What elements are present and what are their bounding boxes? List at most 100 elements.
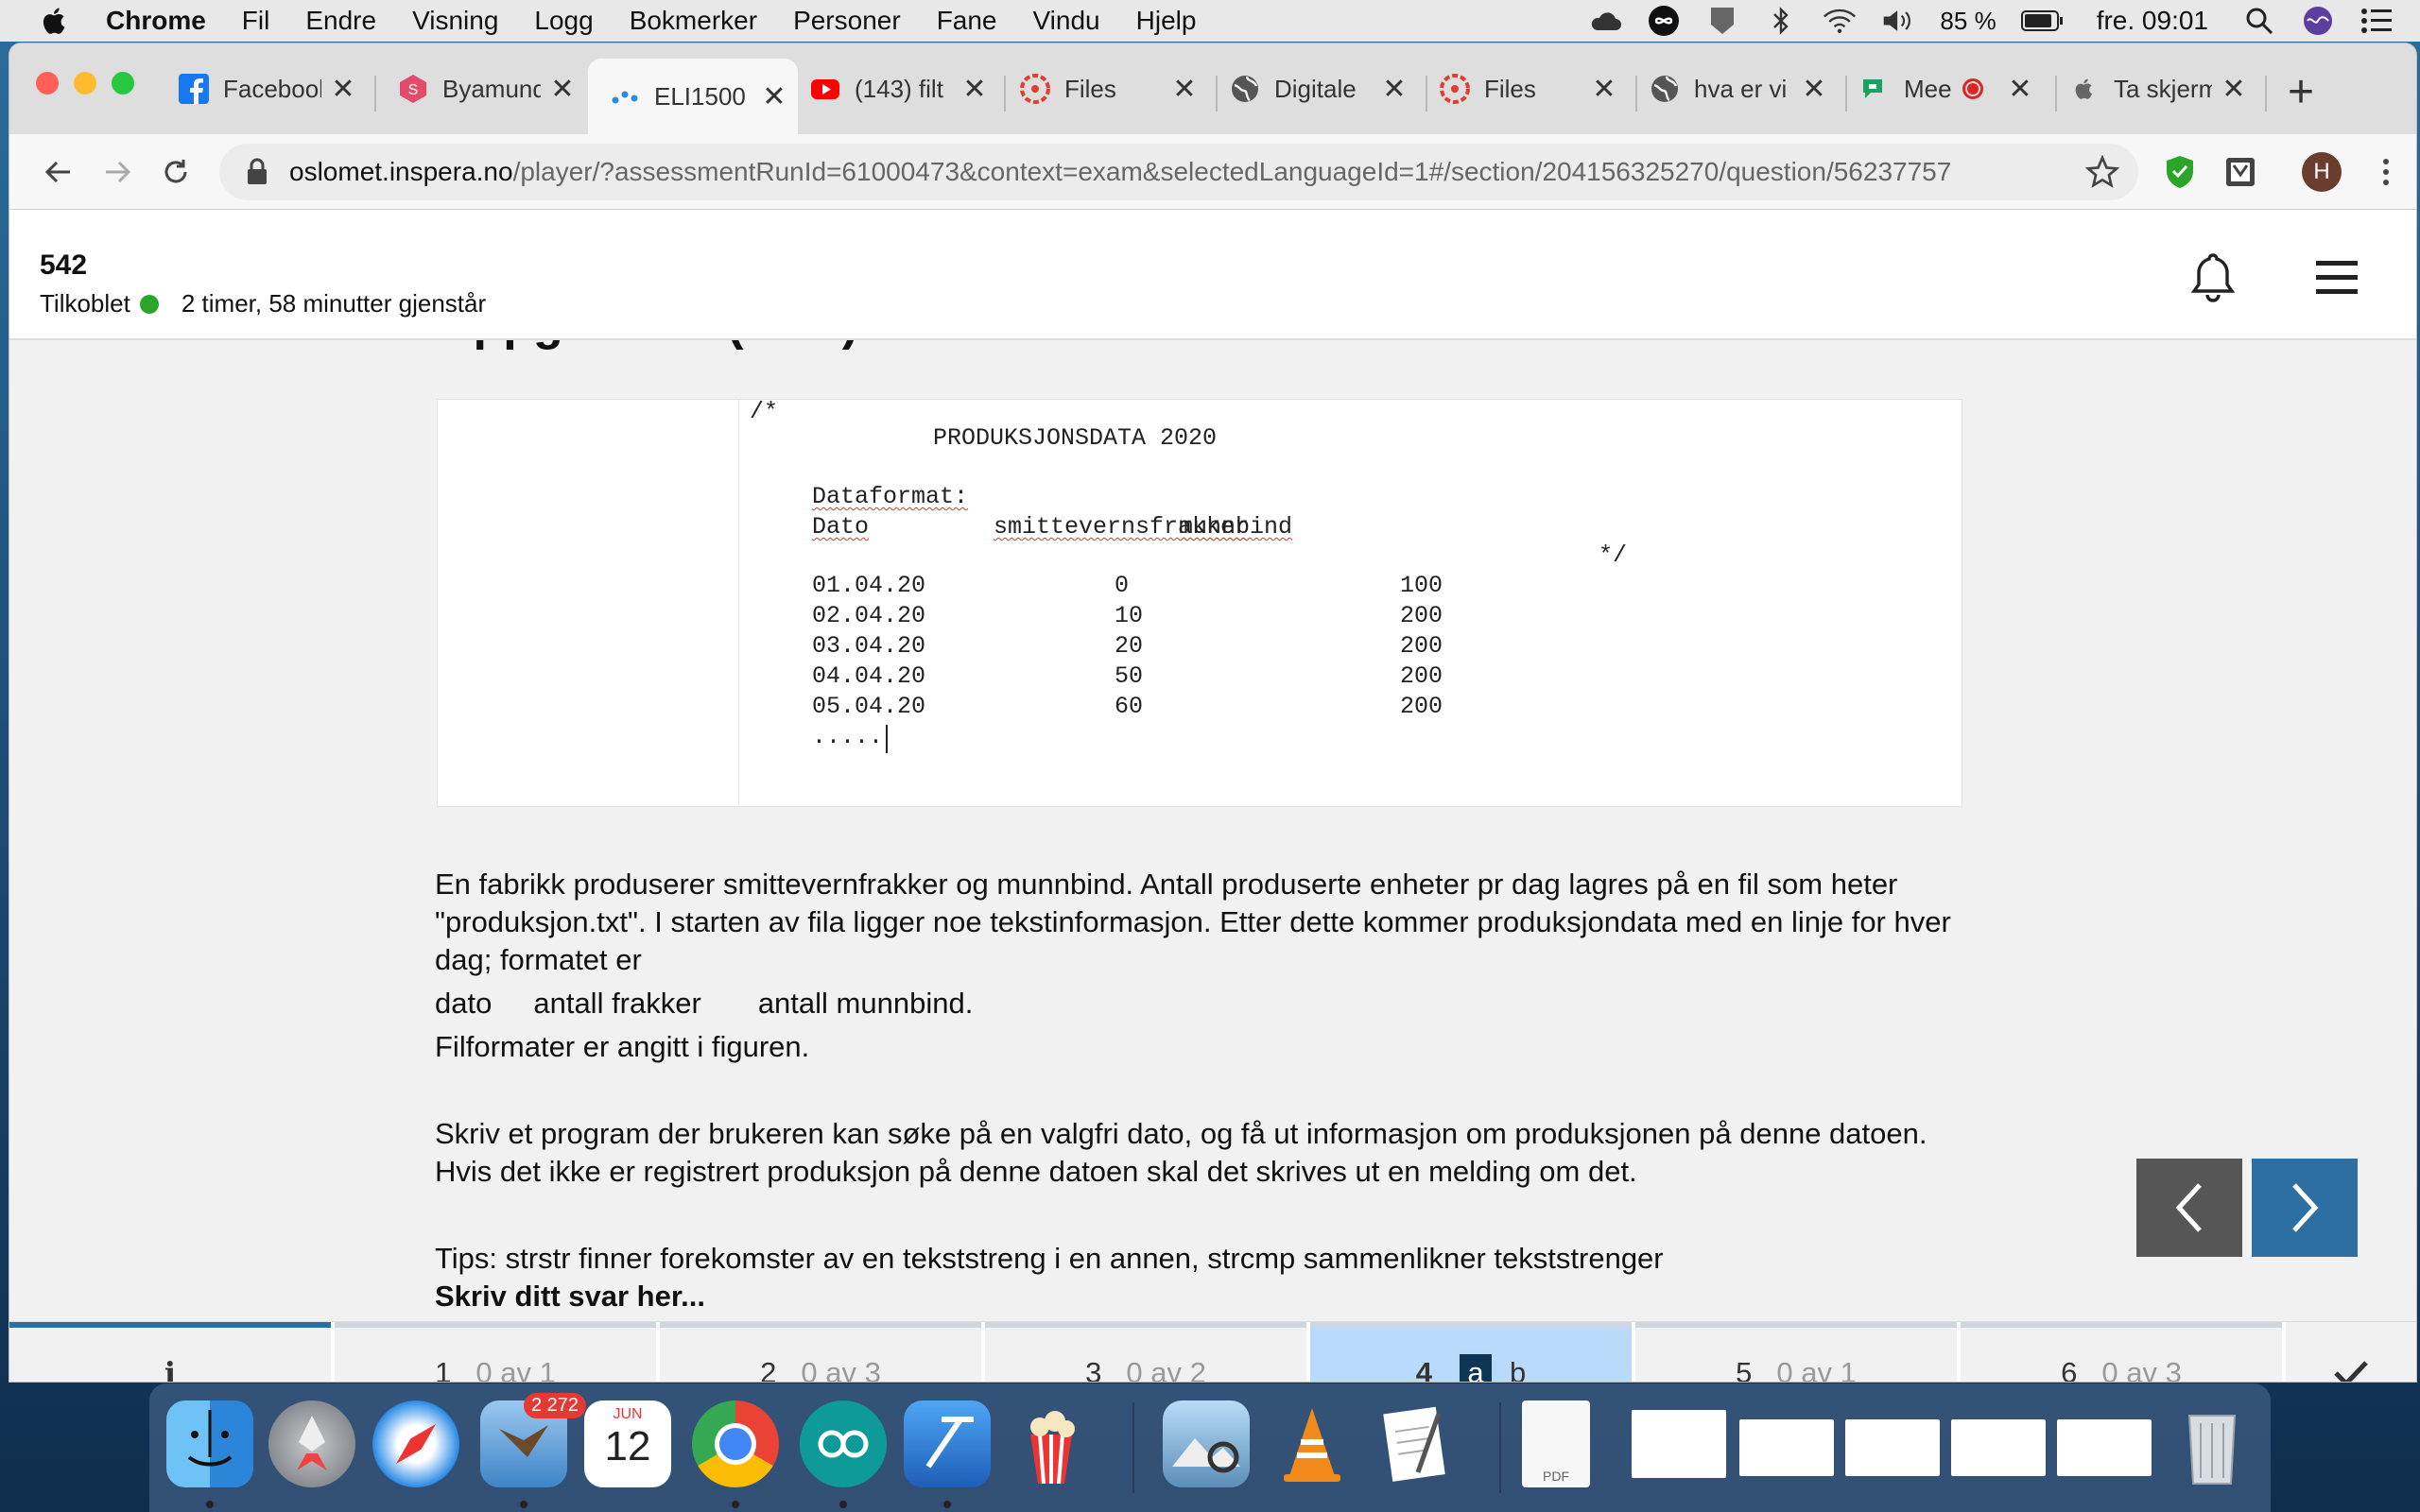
profile-avatar[interactable]: H (2297, 147, 2346, 197)
chrome-icon[interactable] (692, 1400, 779, 1487)
arduino-icon[interactable] (800, 1400, 887, 1487)
new-tab-button[interactable]: + (2288, 66, 2314, 118)
info-button[interactable]: i (9, 1322, 331, 1382)
cloud-icon[interactable] (1588, 4, 1622, 38)
bookmark-star-icon[interactable] (2085, 155, 2119, 189)
siri-icon[interactable] (2301, 4, 2335, 38)
menubar-clock[interactable]: fre. 09:01 (2097, 6, 2208, 36)
tab-files-2[interactable]: Files ✕ (1439, 62, 1618, 115)
battery-icon[interactable] (2020, 4, 2065, 38)
menu-vindu[interactable]: Vindu (1033, 6, 1100, 36)
reload-button[interactable] (151, 147, 200, 197)
lock-icon[interactable] (246, 158, 268, 186)
close-tab-icon[interactable]: ✕ (1590, 73, 1618, 106)
close-window-button[interactable] (36, 72, 59, 94)
forward-button[interactable] (93, 147, 142, 197)
safari-icon[interactable] (372, 1400, 459, 1487)
close-tab-icon[interactable]: ✕ (960, 73, 989, 106)
volume-icon[interactable] (1881, 4, 1915, 38)
menu-visning[interactable]: Visning (412, 6, 498, 36)
notifications-bell-icon[interactable] (2189, 251, 2237, 307)
tab-eli1500[interactable]: ELI1500 ✕ (588, 59, 798, 134)
calendar-icon[interactable]: JUN 12 (584, 1400, 671, 1487)
question-nav-3[interactable]: 3 0 av 2 (985, 1322, 1306, 1382)
menu-app-chrome[interactable]: Chrome (106, 6, 206, 36)
screenshot-thumbnail-icon[interactable] (1739, 1419, 1834, 1476)
youtube-icon (809, 73, 841, 105)
question-nav-4[interactable]: 4 a b (1310, 1322, 1632, 1382)
question-progress: 0 av 1 (475, 1356, 556, 1382)
menu-logg[interactable]: Logg (534, 6, 593, 36)
close-tab-icon[interactable]: ✕ (2006, 73, 2034, 106)
previous-question-button[interactable] (2136, 1159, 2242, 1257)
pdf-document-icon[interactable]: PDF (1522, 1400, 1590, 1487)
tab-ta-skjerm[interactable]: Ta skjerm ✕ (2068, 62, 2248, 115)
running-indicator (732, 1501, 739, 1508)
mail-icon[interactable]: 2 272 (480, 1393, 586, 1487)
screenshot-thumbnail-icon[interactable] (1845, 1419, 1940, 1476)
subquestion-b[interactable]: b (1510, 1356, 1526, 1382)
infinity-icon[interactable] (1647, 4, 1681, 38)
finder-icon[interactable] (166, 1400, 253, 1487)
textedit-icon[interactable] (1373, 1400, 1460, 1487)
question-nav-6[interactable]: 6 0 av 3 (1961, 1322, 2282, 1382)
tab-facebook[interactable]: Facebook ✕ (178, 62, 357, 115)
close-tab-icon[interactable]: ✕ (2220, 73, 2248, 106)
menu-personer[interactable]: Personer (793, 6, 901, 36)
notification-center-icon[interactable] (2360, 4, 2394, 38)
maximize-window-button[interactable] (112, 72, 134, 94)
vlc-icon[interactable] (1269, 1400, 1356, 1487)
tab-digitale[interactable]: Digitale ✕ (1229, 62, 1409, 115)
close-tab-icon[interactable]: ✕ (329, 73, 357, 106)
submit-overview-button[interactable] (2286, 1322, 2416, 1382)
screenshot-thumbnail-icon[interactable] (1951, 1419, 2046, 1476)
tab-hva-er-vi[interactable]: hva er vi ✕ (1649, 62, 1828, 115)
calendar-day: 12 (604, 1423, 651, 1469)
close-tab-icon[interactable]: ✕ (1170, 73, 1199, 106)
battery-percent: 85 % (1940, 6, 1996, 35)
menu-fil[interactable]: Fil (242, 6, 270, 36)
screenshot-extension-icon[interactable] (2216, 147, 2265, 197)
menu-hjelp[interactable]: Hjelp (1136, 6, 1197, 36)
menu-endre[interactable]: Endre (305, 6, 376, 36)
menu-bokmerker[interactable]: Bokmerker (630, 6, 757, 36)
popcorn-time-icon[interactable] (1008, 1400, 1095, 1487)
question-progress: 0 av 3 (801, 1356, 881, 1382)
tab-files-1[interactable]: Files ✕ (1019, 62, 1199, 115)
tab-byamund[interactable]: S Byamund ✕ (397, 62, 577, 115)
facebook-icon (178, 73, 210, 105)
screenshot-thumbnail-icon[interactable] (2057, 1419, 2152, 1476)
back-button[interactable] (34, 147, 83, 197)
tab-title: (143) filt (855, 74, 943, 103)
browser-toolbar: oslomet.inspera.no /player/?assessmentRu… (9, 134, 2416, 210)
close-tab-icon[interactable]: ✕ (548, 73, 577, 106)
minimize-window-button[interactable] (74, 72, 96, 94)
tab-youtube[interactable]: (143) filt ✕ (809, 62, 989, 115)
question-nav-1[interactable]: 1 0 av 1 (335, 1322, 656, 1382)
chrome-menu-icon[interactable] (2361, 147, 2411, 197)
address-bar[interactable]: oslomet.inspera.no /player/?assessmentRu… (219, 144, 2138, 200)
hamburger-menu-icon[interactable] (2316, 259, 2358, 301)
xcode-icon[interactable] (904, 1400, 991, 1487)
close-tab-icon[interactable]: ✕ (760, 80, 788, 113)
spotlight-search-icon[interactable] (2242, 4, 2276, 38)
close-tab-icon[interactable]: ✕ (1380, 73, 1409, 106)
question-nav-2[interactable]: 2 0 av 3 (660, 1322, 981, 1382)
figure-ellipsis: ..... (812, 723, 884, 750)
close-tab-icon[interactable]: ✕ (1800, 73, 1828, 106)
trash-icon[interactable] (2169, 1400, 2256, 1487)
subquestion-a[interactable]: a (1457, 1351, 1495, 1382)
bluetooth-icon[interactable] (1764, 4, 1798, 38)
apple-menu-icon[interactable] (38, 4, 72, 38)
shield-extension-icon[interactable] (1705, 4, 1739, 38)
shield-extension-icon[interactable] (2155, 147, 2204, 197)
menu-fane[interactable]: Fane (937, 6, 997, 36)
question-nav-5[interactable]: 5 0 av 1 (1635, 1322, 1957, 1382)
next-question-button[interactable] (2252, 1159, 2358, 1257)
tab-meet[interactable]: Mee ✕ (1858, 62, 2034, 115)
preview-icon[interactable] (1163, 1400, 1250, 1487)
document-thumbnail-icon[interactable] (1632, 1410, 1726, 1478)
wifi-icon[interactable] (1823, 4, 1857, 38)
launchpad-icon[interactable] (268, 1400, 355, 1487)
paragraph-file-format: Filformater er angitt i figuren. (435, 1030, 810, 1063)
